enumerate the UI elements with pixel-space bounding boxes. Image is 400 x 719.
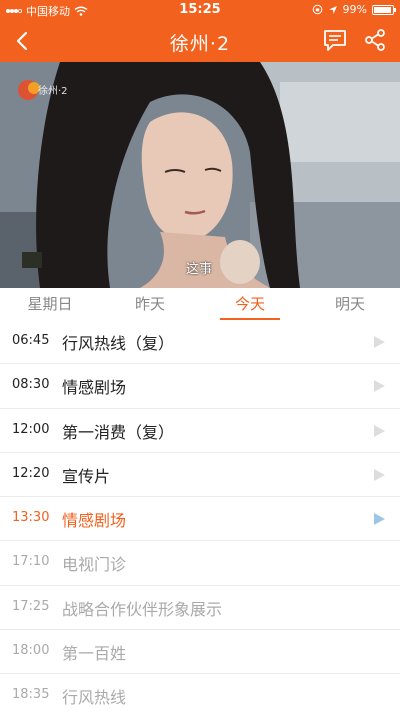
tab-yesterday[interactable]: 昨天 (100, 288, 200, 320)
battery-icon (372, 4, 396, 15)
tab-today[interactable]: 今天 (200, 288, 300, 320)
program-time: 13:30 (12, 510, 50, 526)
play-icon[interactable] (372, 468, 386, 482)
program-time: 12:20 (12, 465, 50, 481)
program-title: 行风热线（复） (62, 334, 175, 353)
schedule-row[interactable]: 12:20 宣传片 (0, 453, 400, 498)
play-icon[interactable] (372, 335, 386, 349)
program-time: 08:30 (12, 377, 50, 393)
program-title: 电视门诊 (62, 555, 127, 575)
schedule-row: 18:00 第一百姓 (0, 630, 400, 675)
battery-percent: 99% (342, 3, 367, 16)
location-icon (328, 5, 337, 14)
channel-logo-text: 徐州·2 (38, 86, 68, 97)
video-player[interactable]: 徐州·2 这事 (0, 62, 400, 288)
video-subtitle: 这事 (186, 262, 213, 277)
program-schedule: 06:45 行风热线（复） 08:30 情感剧场 12:00 第一消费（复） 1… (0, 320, 400, 719)
program-title: 情感剧场 (62, 378, 127, 398)
program-title: 战略合作伙伴形象展示 (62, 599, 223, 619)
tab-tomorrow[interactable]: 明天 (300, 288, 400, 320)
tab-sunday[interactable]: 星期日 (0, 288, 100, 320)
lock-rotation-icon (312, 4, 322, 15)
program-title: 情感剧场 (62, 511, 127, 531)
schedule-row[interactable]: 08:30 情感剧场 (0, 364, 400, 409)
program-time: 17:10 (12, 554, 50, 570)
share-icon[interactable] (362, 27, 388, 53)
program-time: 06:45 (12, 333, 50, 348)
program-title: 宣传片 (62, 466, 111, 486)
program-title: 第一百姓 (62, 644, 127, 664)
status-bar: 中国移动 15:25 99% (0, 0, 400, 20)
program-time: 17:25 (12, 598, 50, 614)
program-title: 第一消费（复） (62, 422, 175, 442)
nav-bar: 徐州·2 (0, 20, 400, 62)
schedule-row: 18:35 行风热线 (0, 674, 400, 718)
schedule-row: 17:10 电视门诊 (0, 541, 400, 586)
status-right: 99% (312, 3, 396, 16)
schedule-row[interactable]: 12:00 第一消费（复） (0, 409, 400, 453)
program-time: 12:00 (12, 421, 50, 437)
play-icon[interactable] (372, 512, 386, 526)
schedule-row[interactable]: 06:45 行风热线（复） (0, 320, 400, 365)
program-time: 18:00 (12, 643, 50, 659)
play-icon[interactable] (372, 424, 386, 438)
program-title: 行风热线 (62, 688, 127, 708)
schedule-row-current[interactable]: 13:30 情感剧场 (0, 497, 400, 542)
day-tabs: 星期日 昨天 今天 明天 (0, 288, 400, 320)
schedule-row: 17:25 战略合作伙伴形象展示 (0, 586, 400, 631)
program-time: 18:35 (12, 687, 50, 703)
comment-icon[interactable] (322, 27, 348, 53)
play-icon[interactable] (372, 379, 386, 393)
